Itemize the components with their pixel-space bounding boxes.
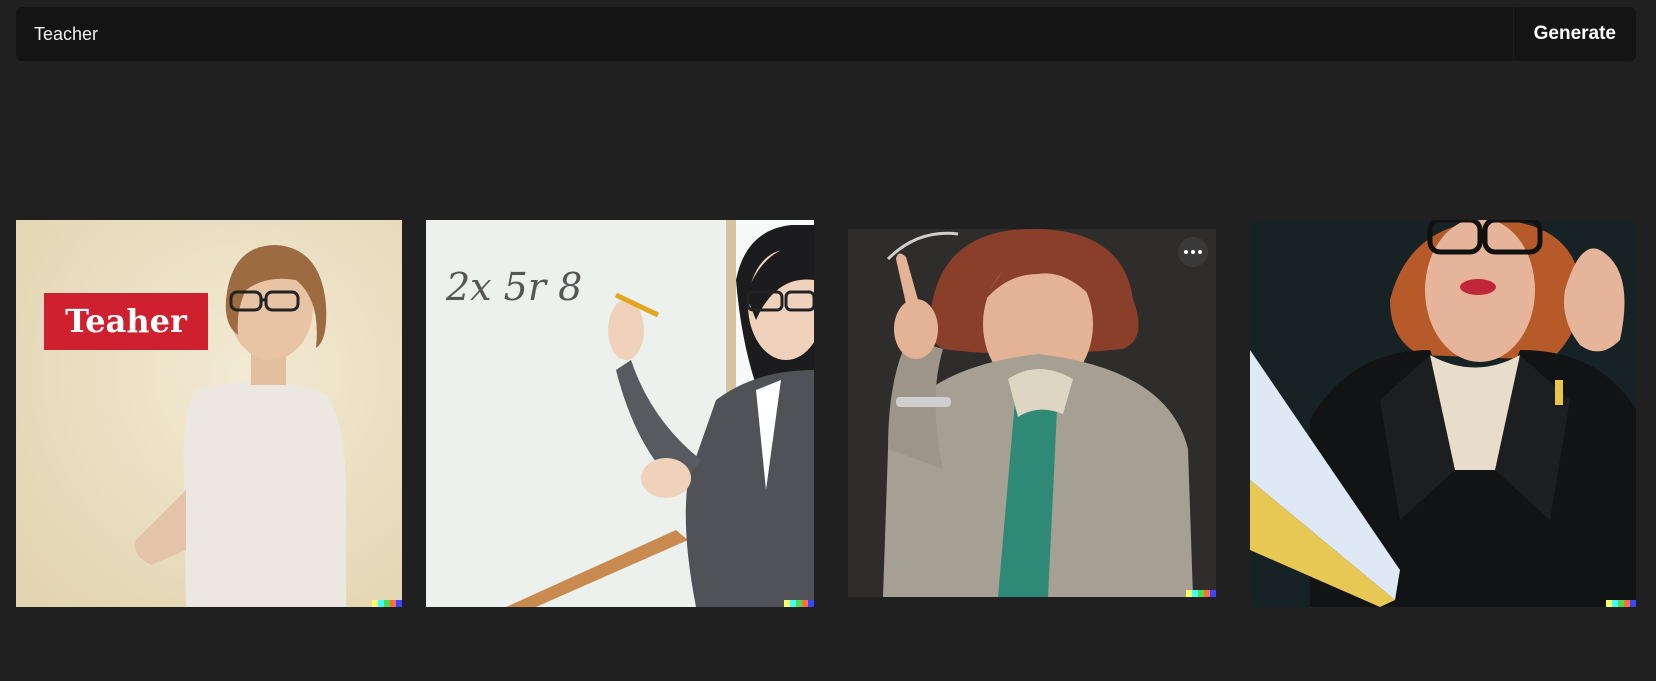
generate-button[interactable]: Generate [1512,7,1636,61]
board-text: 2x 5r 8 [445,265,582,309]
prompt-input[interactable] [16,7,1513,61]
watermark [1186,590,1216,597]
prompt-bar: Generate [16,7,1636,61]
dot-icon [1184,250,1188,254]
watermark [784,600,814,607]
sign-text: Teaher [65,302,188,340]
image-2-artwork: 2x 5r 8 [426,220,814,607]
generated-image-3[interactable] [848,229,1216,597]
watermark [372,600,402,607]
generated-image-1[interactable]: Teaher [16,220,402,607]
dot-icon [1198,250,1202,254]
generated-image-2[interactable]: 2x 5r 8 [426,220,814,607]
image-1-artwork: Teaher [16,220,402,607]
image-4-artwork [1250,220,1636,607]
image-3-artwork [848,229,1216,597]
generated-image-4[interactable] [1250,220,1636,607]
dot-icon [1191,250,1195,254]
image-gallery: Teaher 2x 5r 8 [0,0,1656,681]
more-options-button[interactable] [1178,237,1208,267]
watermark [1606,600,1636,607]
